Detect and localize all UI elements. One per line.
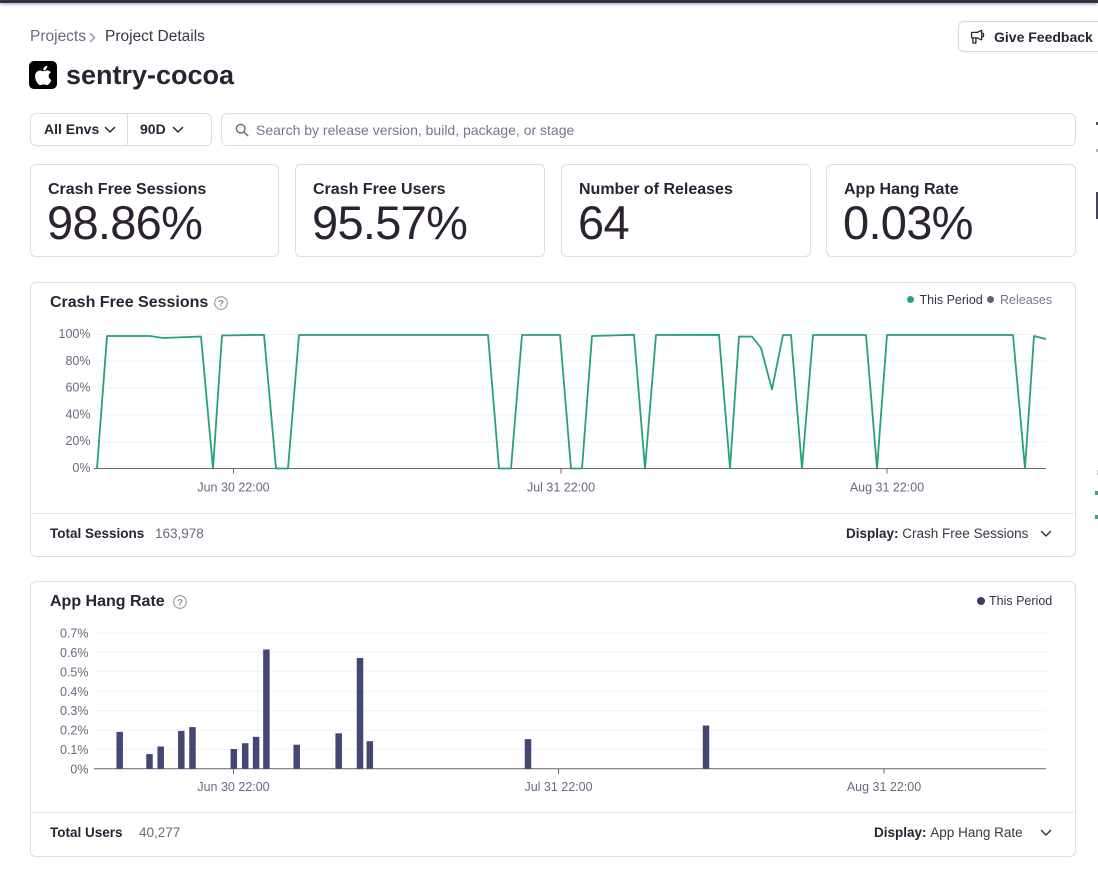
svg-text:0.6%: 0.6% bbox=[60, 646, 89, 660]
svg-text:100%: 100% bbox=[59, 327, 91, 341]
svg-text:Jun 30 22:00: Jun 30 22:00 bbox=[197, 780, 269, 794]
svg-text:0%: 0% bbox=[72, 461, 90, 475]
svg-text:0.3%: 0.3% bbox=[60, 704, 89, 718]
svg-text:Jun 30 22:00: Jun 30 22:00 bbox=[197, 481, 269, 495]
svg-text:0.7%: 0.7% bbox=[60, 627, 89, 641]
svg-text:0.4%: 0.4% bbox=[60, 685, 89, 699]
svg-text:Jul 31 22:00: Jul 31 22:00 bbox=[524, 780, 592, 794]
svg-text:Aug 31 22:00: Aug 31 22:00 bbox=[847, 780, 921, 794]
svg-text:0.5%: 0.5% bbox=[60, 665, 89, 679]
svg-text:Aug 31 22:00: Aug 31 22:00 bbox=[850, 481, 924, 495]
svg-text:Jul 31 22:00: Jul 31 22:00 bbox=[527, 481, 595, 495]
svg-text:20%: 20% bbox=[65, 434, 90, 448]
svg-text:40%: 40% bbox=[65, 407, 90, 421]
svg-text:60%: 60% bbox=[65, 380, 90, 394]
svg-text:0.1%: 0.1% bbox=[60, 743, 89, 757]
svg-text:0%: 0% bbox=[70, 762, 88, 776]
svg-text:80%: 80% bbox=[65, 354, 90, 368]
svg-text:0.2%: 0.2% bbox=[60, 724, 89, 738]
